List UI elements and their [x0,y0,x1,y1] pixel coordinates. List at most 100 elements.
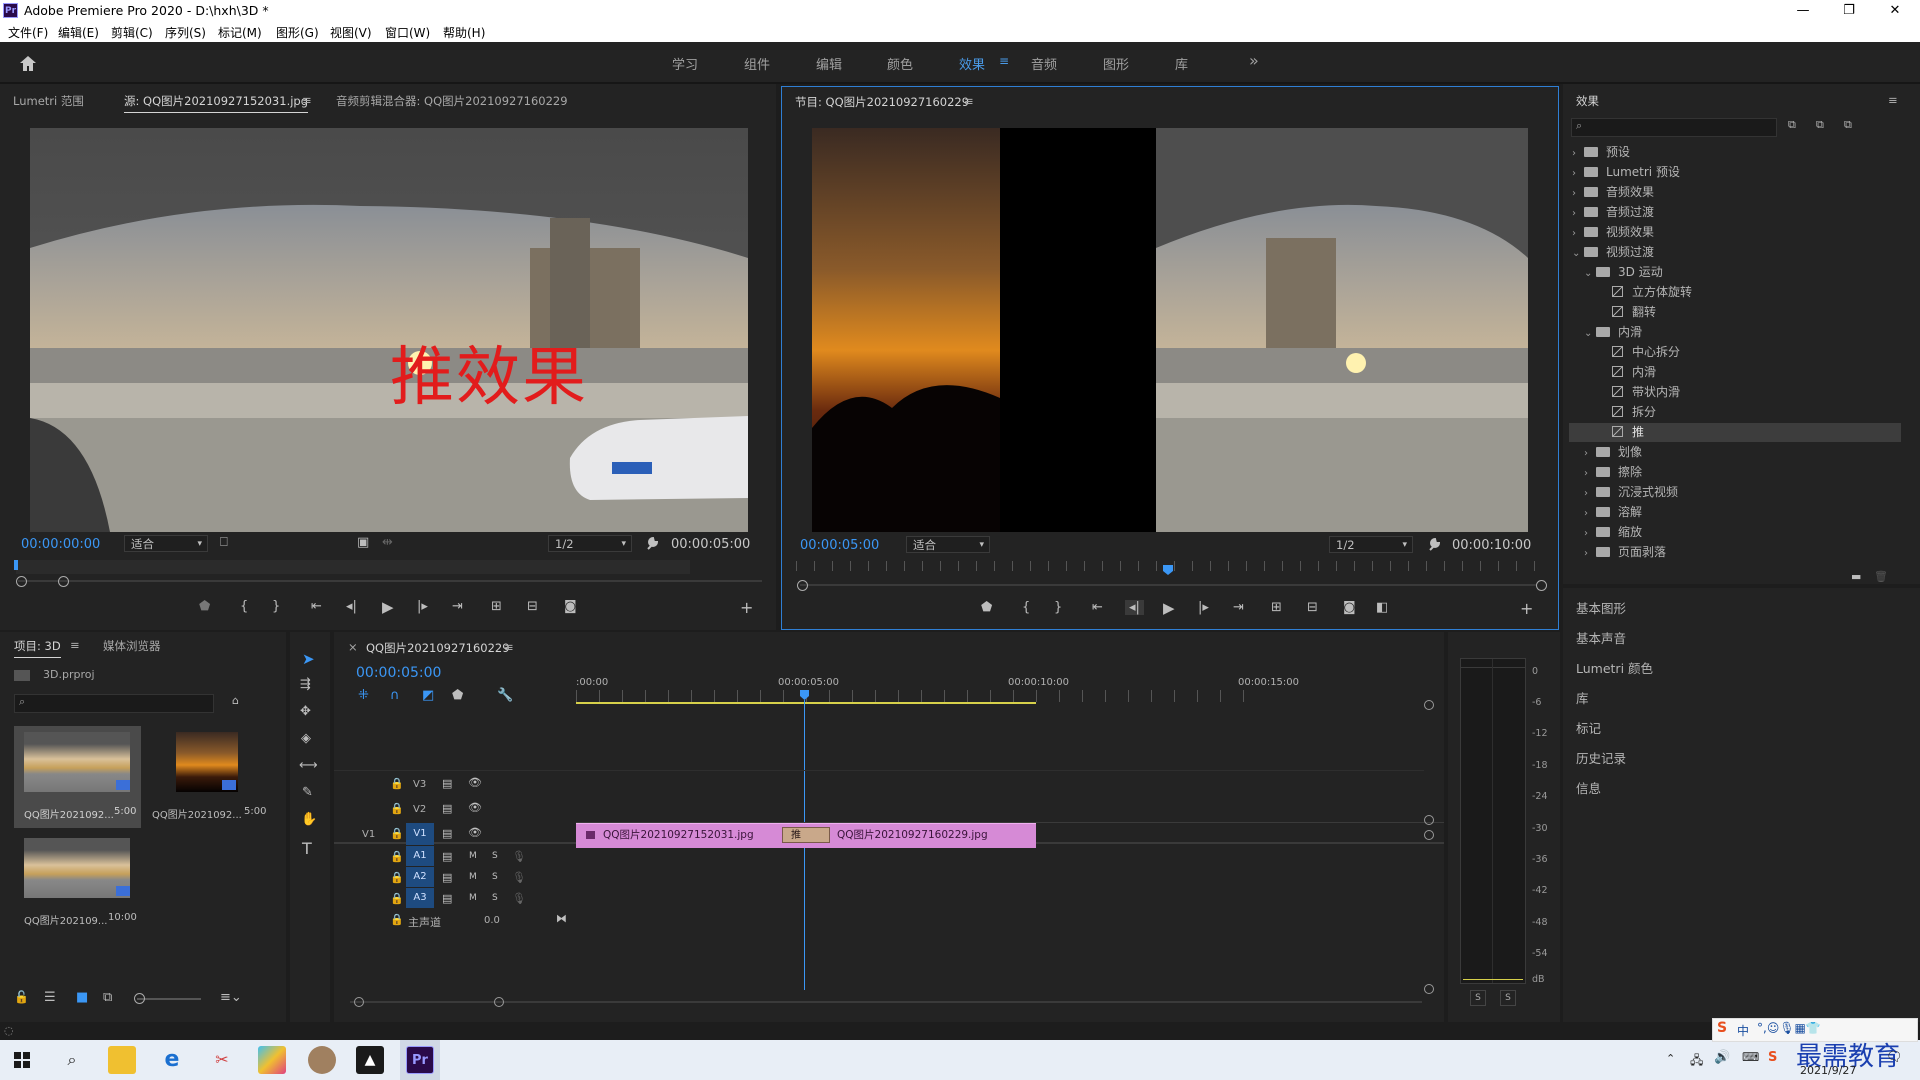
track-select-tool-icon[interactable]: ⇶ [300,677,311,692]
panel-essential-sound[interactable]: 基本声音 [1576,628,1626,647]
panel-lumetri-color[interactable]: Lumetri 颜色 [1576,658,1653,677]
sequence-tab-menu-icon[interactable]: ≡ [504,640,514,654]
razor-tool-icon[interactable]: ◈ [301,731,311,746]
menu-sequence[interactable]: 序列(S) [165,24,206,41]
tree-folder-zoom[interactable]: › 缩放 [1584,523,1642,542]
program-go-to-out-icon[interactable]: ⇥ [1233,600,1244,615]
solo-button[interactable]: S [492,872,498,882]
track-lock-icon[interactable]: 🔒 [390,802,404,815]
panel-history[interactable]: 历史记录 [1576,748,1626,767]
project-item[interactable]: QQ图片202109... 10:00 [14,832,141,934]
track-visibility-eye-icon[interactable]: 👁 [468,801,482,814]
minimize-button[interactable]: — [1780,0,1826,22]
tree-folder-slide[interactable]: ⌄ 内滑 [1584,323,1642,342]
program-resolution-dropdown[interactable]: 1/2 ▾ [1329,536,1413,553]
tree-folder-presets[interactable]: › 预设 [1572,143,1630,162]
thumbnail-size-slider[interactable] [137,998,201,1000]
thumbnail-size-handle[interactable] [134,993,145,1004]
source-safe-margins-icon[interactable]: ⎕ [220,535,228,550]
notification-center-icon[interactable]: 🗨 [1886,1050,1903,1065]
tree-folder-3d-motion[interactable]: ⌄ 3D 运动 [1584,263,1663,282]
source-camera-icon[interactable]: ◙ [564,599,577,614]
tree-folder-immersive-video[interactable]: › 沉浸式视频 [1584,483,1678,502]
tab-audio-clip-mixer[interactable]: 音频剪辑混合器: QQ图片20210927160229 [336,93,568,109]
voiceover-mic-icon[interactable]: 🎙 [512,871,526,884]
source-fit-dropdown[interactable]: 适合 ▾ [124,535,208,552]
windows-start-icon[interactable] [14,1052,30,1068]
project-search-input[interactable]: ⌕ [14,694,214,713]
tree-folder-video-transitions[interactable]: ⌄ 视频过渡 [1572,243,1654,262]
program-mark-out-icon[interactable]: } [1054,600,1062,615]
tree-effect-center-split[interactable]: 中心拆分 [1612,343,1680,362]
track-sync-icon[interactable]: ▤ [442,892,452,905]
source-drag-icon[interactable]: ⇹ [382,535,393,550]
panel-libraries[interactable]: 库 [1576,688,1589,707]
timeline-close-icon[interactable]: × [348,640,358,654]
lock-icon[interactable]: 🔓 [14,990,29,1004]
taskbar-search-icon[interactable]: ⌕ [58,1046,86,1074]
tab-media-browser[interactable]: 媒体浏览器 [103,638,161,654]
tab-sequence[interactable]: QQ图片20210927160229 [366,640,510,656]
workspace-audio[interactable]: 音频 [1031,54,1057,73]
snap-magnet-icon[interactable]: ∩ [390,688,400,703]
source-patch-v1[interactable]: V1 [362,829,375,840]
workspace-menu-icon[interactable]: ≡ [999,54,1009,68]
tree-effect-split[interactable]: 拆分 [1612,403,1656,422]
source-step-forward-icon[interactable]: |▸ [417,599,428,614]
program-playhead[interactable] [1163,565,1173,575]
linked-selection-icon[interactable]: ◩ [422,688,434,703]
image-viewer-icon[interactable]: ▲ [356,1046,384,1074]
sogou-ime-icon[interactable]: S [1717,1020,1727,1036]
freeform-view-icon[interactable]: ⧉ [103,990,112,1005]
project-tab-menu-icon[interactable]: ≡ [70,638,80,652]
menu-clip[interactable]: 剪辑(C) [111,24,153,41]
solo-button[interactable]: S [492,851,498,861]
program-add-marker-icon[interactable]: ⬟ [981,600,992,615]
selection-tool-icon[interactable]: ➤ [302,650,315,668]
tab-program[interactable]: 节目: QQ图片20210927160229 [795,94,969,110]
track-lock-icon[interactable]: 🔒 [390,871,404,884]
source-playhead[interactable] [14,560,18,570]
vscroll-handle[interactable] [1424,815,1434,825]
voiceover-mic-icon[interactable]: 🎙 [512,850,526,863]
premiere-taskbar-icon[interactable]: Pr [406,1046,434,1074]
workspace-learn[interactable]: 学习 [672,54,698,73]
program-comparison-view-icon[interactable]: ◧ [1376,600,1388,615]
source-insert-icon[interactable]: ⊞ [491,599,502,614]
photo-app-icon[interactable] [258,1046,286,1074]
menu-file[interactable]: 文件(F) [8,24,48,41]
vscroll-handle[interactable] [1424,984,1434,994]
track-lock-icon[interactable]: 🔒 [390,777,404,790]
tree-effect-flip-over[interactable]: 翻转 [1612,303,1656,322]
track-sync-icon[interactable]: ▤ [442,827,452,840]
icon-view-icon[interactable]: ■ [76,990,88,1005]
push-transition-block[interactable]: 推 [782,827,830,843]
project-item[interactable]: QQ图片2021092... 5:00 [14,726,141,828]
ripple-edit-tool-icon[interactable]: ✥ [300,704,311,719]
source-tab-menu-icon[interactable]: ≡ [302,93,312,107]
project-item[interactable]: QQ图片2021092... 5:00 [146,726,273,828]
volume-icon[interactable]: 🔊 [1714,1050,1730,1065]
track-lock-icon[interactable]: 🔒 [390,827,404,840]
menu-edit[interactable]: 编辑(E) [58,24,99,41]
program-go-to-in-icon[interactable]: ⇤ [1092,600,1103,615]
file-explorer-icon[interactable] [108,1046,136,1074]
sogou-tray-icon[interactable]: S [1768,1050,1777,1065]
program-step-back-icon[interactable]: ◂| [1125,600,1144,615]
tree-folder-audio-effects[interactable]: › 音频效果 [1572,183,1654,202]
timeline-clip[interactable]: QQ图片20210927152031.jpg [576,823,806,848]
effects-panel-menu-icon[interactable]: ≡ [1888,93,1898,107]
source-add-marker-icon[interactable]: ⬟ [199,599,210,614]
track-lock-icon[interactable]: 🔒 [390,892,404,905]
tree-effect-slide[interactable]: 内滑 [1612,363,1656,382]
snipping-tool-icon[interactable]: ✂ [208,1046,236,1074]
track-sync-icon[interactable]: ▤ [442,777,452,790]
mute-button[interactable]: M [469,851,477,861]
program-play-button[interactable]: ▶ [1163,599,1175,617]
ime-tray-icon[interactable]: ⌨ [1742,1050,1759,1064]
list-view-icon[interactable]: ☰ [44,990,56,1005]
vscroll-handle[interactable] [1424,830,1434,840]
tree-folder-video-effects[interactable]: › 视频效果 [1572,223,1654,242]
workspace-libraries[interactable]: 库 [1175,54,1188,73]
mute-button[interactable]: M [469,872,477,882]
